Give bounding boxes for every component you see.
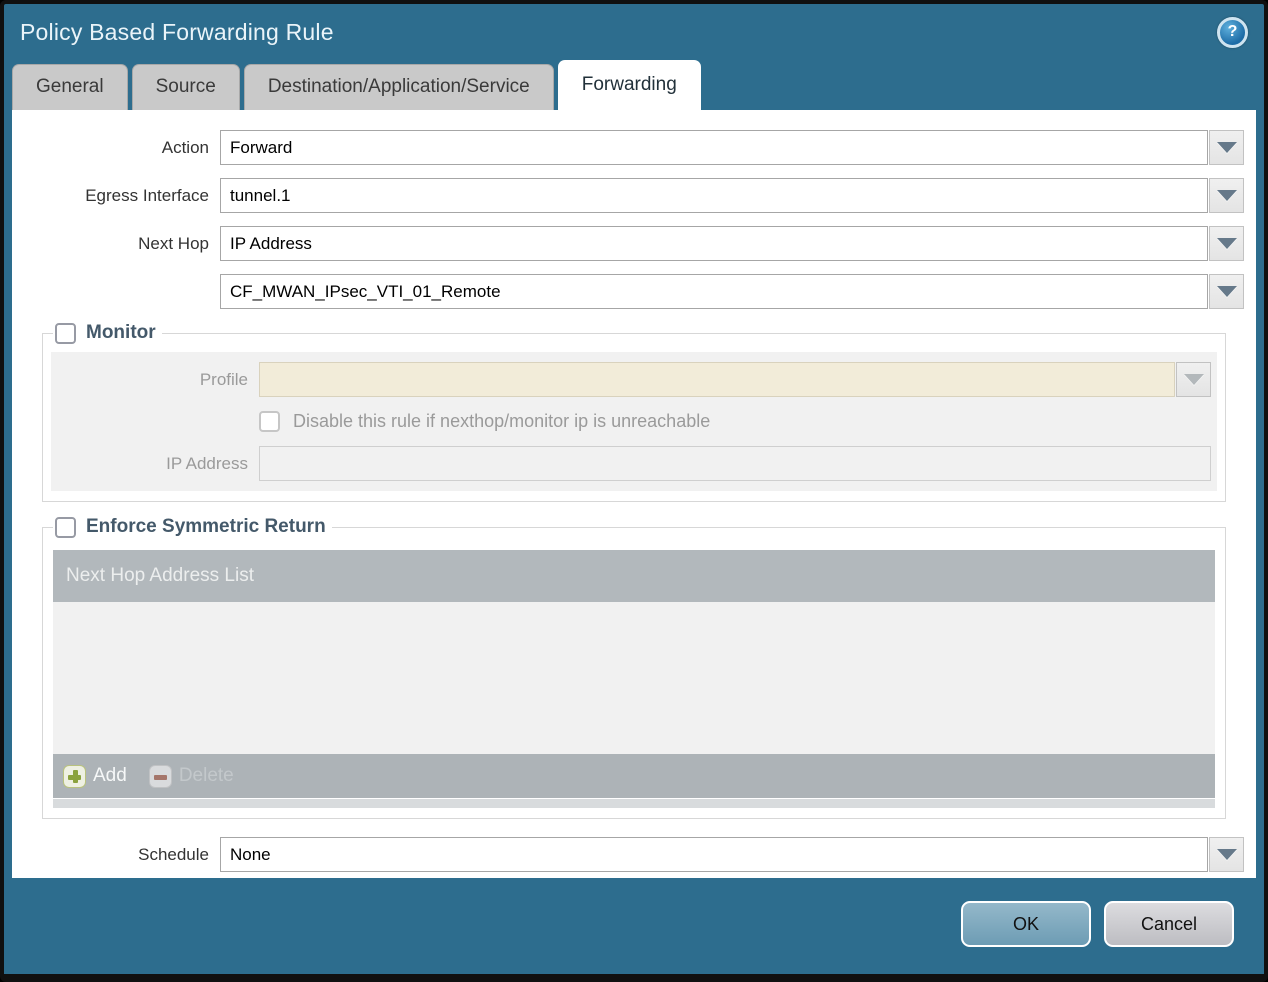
profile-label: Profile	[199, 369, 248, 389]
monitor-ip-address-label: IP Address	[166, 453, 248, 473]
action-dropdown-button[interactable]	[1209, 130, 1244, 165]
minus-icon	[148, 764, 172, 788]
next-hop-address-list-body[interactable]	[53, 602, 1215, 754]
chevron-down-icon	[1216, 190, 1237, 201]
enforce-symmetric-return-section: Enforce Symmetric Return Next Hop Addres…	[42, 516, 1226, 819]
next-hop-type-dropdown-button[interactable]	[1209, 226, 1244, 261]
profile-row: Profile	[51, 362, 1211, 397]
next-hop-type-input[interactable]	[220, 226, 1208, 261]
tab-bar: General Source Destination/Application/S…	[4, 60, 1264, 110]
profile-dropdown-button	[1176, 362, 1211, 397]
monitor-checkbox[interactable]	[55, 322, 76, 344]
next-hop-address-list-table: Next Hop Address List Add Delete	[53, 550, 1215, 808]
enforce-symmetric-return-checkbox[interactable]	[55, 516, 76, 538]
add-button[interactable]: Add	[63, 764, 127, 788]
monitor-section: Monitor Profile Disable this rule if nex…	[42, 322, 1226, 502]
chevron-down-icon	[1216, 849, 1237, 860]
action-input[interactable]	[220, 130, 1208, 165]
action-row: Action	[24, 130, 1244, 165]
action-label: Action	[161, 137, 209, 157]
chevron-down-icon	[1216, 286, 1237, 297]
schedule-dropdown-button[interactable]	[1209, 837, 1244, 872]
next-hop-address-list-header: Next Hop Address List	[53, 550, 1215, 602]
monitor-ip-address-input	[259, 446, 1211, 481]
dialog-title: Policy Based Forwarding Rule	[20, 18, 334, 45]
delete-button: Delete	[148, 764, 234, 788]
forwarding-tab-panel: Action Egress Interface Next Hop	[12, 110, 1256, 878]
next-hop-label: Next Hop	[138, 233, 209, 253]
disable-rule-row: Disable this rule if nexthop/monitor ip …	[259, 411, 1211, 432]
tab-source[interactable]: Source	[131, 64, 240, 110]
egress-interface-label: Egress Interface	[85, 185, 209, 205]
dialog-footer: OK Cancel	[4, 878, 1264, 970]
tab-destination-application-service[interactable]: Destination/Application/Service	[243, 64, 554, 110]
profile-input	[259, 362, 1175, 397]
ok-button[interactable]: OK	[961, 901, 1091, 947]
next-hop-address-list-header-label: Next Hop Address List	[66, 565, 254, 586]
dialog-titlebar: Policy Based Forwarding Rule ?	[4, 4, 1264, 60]
egress-interface-dropdown-button[interactable]	[1209, 178, 1244, 213]
add-button-label: Add	[93, 765, 127, 786]
chevron-down-icon	[1216, 238, 1237, 249]
enforce-symmetric-return-label: Enforce Symmetric Return	[86, 516, 326, 537]
plus-icon	[63, 764, 86, 788]
next-hop-address-dropdown-button[interactable]	[1209, 274, 1244, 309]
schedule-input[interactable]	[220, 837, 1208, 872]
help-icon[interactable]: ?	[1217, 16, 1248, 48]
next-hop-address-list-toolbar: Add Delete	[53, 754, 1215, 798]
next-hop-address-row	[24, 274, 1244, 309]
delete-button-label: Delete	[178, 765, 234, 786]
chevron-down-icon	[1216, 142, 1237, 153]
egress-interface-row: Egress Interface	[24, 178, 1244, 213]
disable-rule-checkbox	[259, 411, 280, 432]
schedule-label: Schedule	[138, 844, 209, 864]
next-hop-address-input[interactable]	[220, 274, 1208, 309]
tab-forwarding[interactable]: Forwarding	[557, 60, 701, 110]
list-bottom-strip	[53, 799, 1215, 808]
monitor-ip-address-row: IP Address	[51, 446, 1211, 481]
monitor-section-label: Monitor	[86, 322, 156, 343]
egress-interface-input[interactable]	[220, 178, 1208, 213]
monitor-panel: Profile Disable this rule if nexthop/mon…	[51, 352, 1217, 491]
schedule-row: Schedule	[24, 837, 1244, 872]
disable-rule-label: Disable this rule if nexthop/monitor ip …	[293, 411, 711, 431]
tab-general[interactable]: General	[12, 64, 128, 110]
policy-based-forwarding-rule-dialog: Policy Based Forwarding Rule ? General S…	[0, 0, 1268, 982]
chevron-down-icon	[1183, 374, 1204, 385]
cancel-button[interactable]: Cancel	[1104, 901, 1234, 947]
next-hop-row: Next Hop	[24, 226, 1244, 261]
